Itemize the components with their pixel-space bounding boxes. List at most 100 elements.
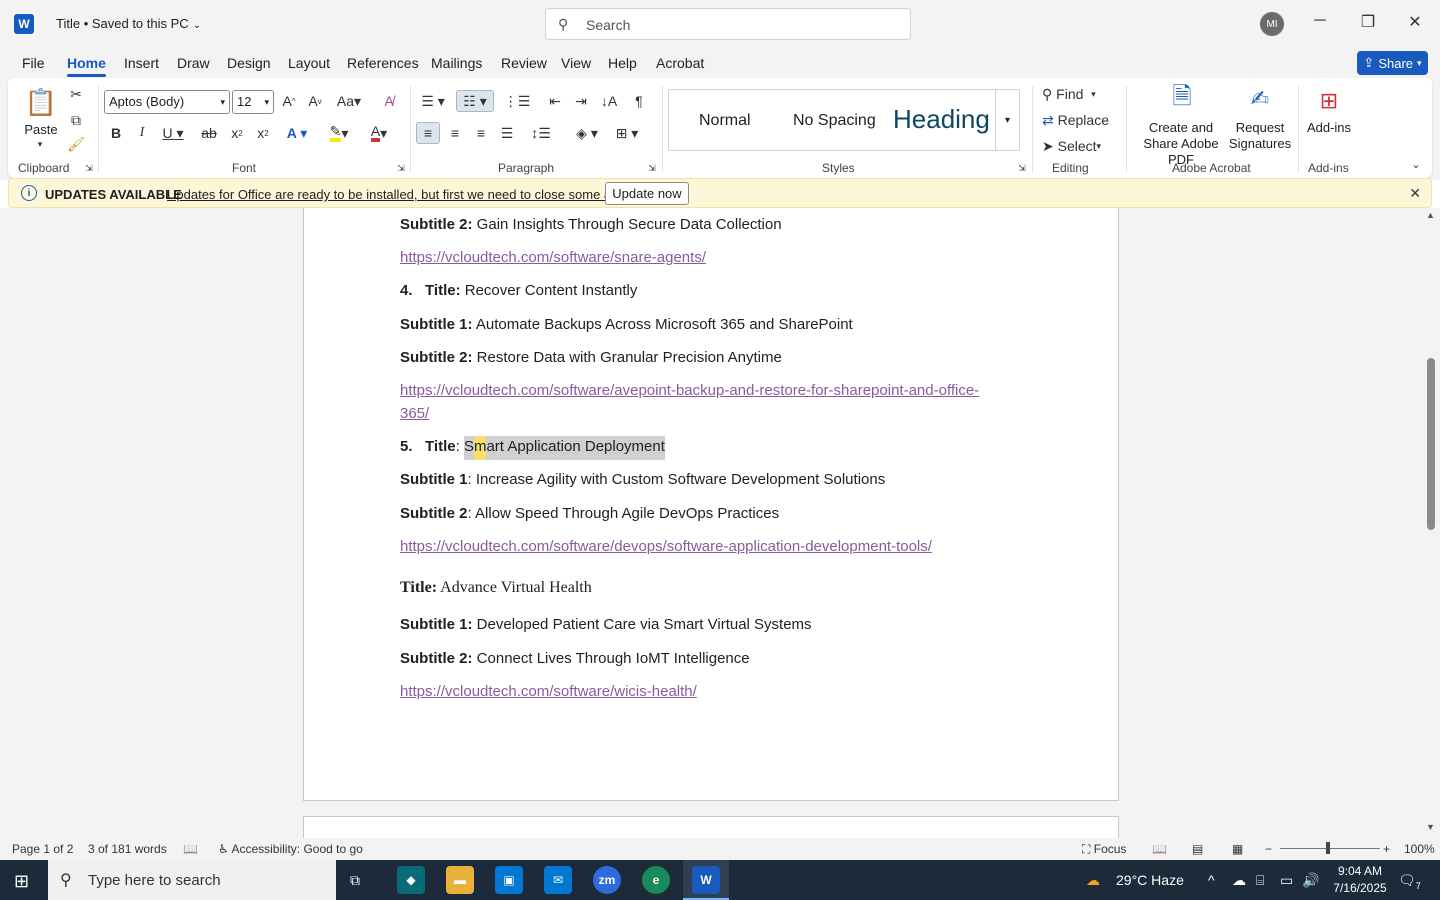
- update-message-link[interactable]: Updates for Office are ready to be insta…: [167, 187, 636, 202]
- word-count[interactable]: 3 of 181 words: [88, 842, 167, 856]
- tab-file[interactable]: File: [22, 55, 45, 71]
- select-button[interactable]: ➤ Select ▾: [1042, 136, 1112, 156]
- mail-icon[interactable]: ✉: [544, 866, 572, 894]
- paragraph[interactable]: Subtitle 1: Increase Agility with Custom…: [400, 471, 885, 488]
- request-signatures-label[interactable]: Request Signatures: [1228, 120, 1292, 152]
- file-explorer-icon[interactable]: ▬: [446, 866, 474, 894]
- display-icon[interactable]: ▭: [1280, 872, 1293, 889]
- hyperlink[interactable]: https://vcloudtech.com/software/devops/s…: [400, 538, 932, 555]
- paragraph[interactable]: https://vcloudtech.com/software/snare-ag…: [400, 249, 706, 266]
- paragraph[interactable]: Title: Advance Virtual Health: [400, 579, 592, 597]
- zoom-slider-thumb[interactable]: [1326, 842, 1330, 854]
- paste-icon[interactable]: 📋: [24, 84, 58, 120]
- pdf-icon[interactable]: 🗎: [1168, 83, 1196, 114]
- tab-home[interactable]: Home: [67, 55, 106, 77]
- sort-icon[interactable]: ↓A: [598, 90, 620, 112]
- shrink-font-icon[interactable]: Av: [304, 90, 326, 112]
- task-view-icon[interactable]: ⧉: [350, 872, 360, 889]
- close-icon[interactable]: ✕: [1409, 185, 1421, 202]
- zoom-app-icon[interactable]: zm: [593, 866, 621, 894]
- italic-icon[interactable]: I: [132, 122, 152, 144]
- update-now-button[interactable]: Update now: [605, 182, 689, 205]
- restore-icon[interactable]: ❐: [1356, 12, 1380, 32]
- add-ins-icon[interactable]: ⊞: [1314, 86, 1344, 116]
- proofing-icon[interactable]: 📖: [183, 842, 198, 856]
- styles-more-icon[interactable]: ▾: [995, 90, 1019, 150]
- numbering-icon[interactable]: ☷ ▾: [456, 90, 494, 112]
- taskbar-search[interactable]: ⚲ Type here to search: [48, 860, 336, 900]
- paste-label[interactable]: Paste: [22, 122, 60, 138]
- style-normal[interactable]: Normal: [699, 112, 751, 130]
- show-formatting-icon[interactable]: ¶: [628, 90, 650, 112]
- font-color-icon[interactable]: A ▾: [362, 122, 396, 144]
- line-spacing-icon[interactable]: ↕☰: [524, 122, 558, 144]
- font-family-select[interactable]: Aptos (Body) ▾: [104, 90, 230, 114]
- font-size-select[interactable]: 12 ▾: [232, 90, 274, 114]
- word-taskbar-icon[interactable]: W: [692, 866, 720, 894]
- paragraph[interactable]: 365/: [400, 405, 429, 422]
- focus-button[interactable]: ⛶ Focus: [1082, 842, 1126, 857]
- scroll-up-icon[interactable]: ▲: [1426, 210, 1435, 220]
- tab-help[interactable]: Help: [608, 55, 637, 71]
- app-icon-1[interactable]: ◆: [397, 866, 425, 894]
- paragraph[interactable]: 5. Title: Smart Application Deployment: [400, 436, 665, 460]
- strikethrough-icon[interactable]: ab: [198, 122, 220, 144]
- edge-browser-icon[interactable]: e: [642, 866, 670, 894]
- shading-icon[interactable]: ◈ ▾: [570, 122, 604, 144]
- bold-icon[interactable]: B: [106, 122, 126, 144]
- replace-button[interactable]: ⇄ Replace: [1042, 110, 1122, 130]
- hyperlink[interactable]: https://vcloudtech.com/software/snare-ag…: [400, 249, 706, 266]
- zoom-out-icon[interactable]: −: [1265, 842, 1272, 856]
- superscript-icon[interactable]: x2: [252, 122, 274, 144]
- hyperlink[interactable]: 365/: [400, 405, 429, 422]
- ribbon-collapse-icon[interactable]: ⌄: [1408, 156, 1424, 172]
- justify-icon[interactable]: ☰: [496, 122, 518, 144]
- document-title[interactable]: Title • Saved to this PC ⌄: [56, 16, 201, 31]
- cloud-icon[interactable]: ☁: [1232, 872, 1246, 889]
- avatar[interactable]: MI: [1260, 12, 1284, 36]
- vertical-scrollbar[interactable]: ▲ ▼: [1424, 208, 1440, 838]
- clock[interactable]: 9:04 AM 7/16/2025: [1330, 863, 1390, 897]
- add-ins-label[interactable]: Add-ins: [1304, 120, 1354, 136]
- search-box[interactable]: ⚲ Search: [545, 8, 911, 40]
- find-button[interactable]: ⚲ Find ▾: [1042, 84, 1112, 104]
- scrollbar-thumb[interactable]: [1427, 358, 1435, 530]
- paragraph[interactable]: Subtitle 1: Automate Backups Across Micr…: [400, 316, 853, 333]
- signature-icon[interactable]: ✍: [1246, 84, 1274, 114]
- clipboard-launcher-icon[interactable]: ⇲: [83, 162, 95, 174]
- grow-font-icon[interactable]: A ^: [278, 90, 300, 112]
- network-icon[interactable]: ⌸: [1256, 872, 1264, 889]
- tab-acrobat[interactable]: Acrobat: [656, 55, 704, 71]
- style-no-spacing[interactable]: No Spacing: [793, 112, 876, 130]
- zoom-level[interactable]: 100%: [1404, 842, 1435, 856]
- decrease-indent-icon[interactable]: ⇤: [544, 90, 566, 112]
- paragraph[interactable]: 4. Title: Recover Content Instantly: [400, 282, 637, 299]
- cut-icon[interactable]: ✂: [66, 84, 86, 104]
- share-button[interactable]: ⇪ Share ▾: [1357, 51, 1428, 75]
- copy-icon[interactable]: ⧉: [66, 110, 86, 130]
- weather-text[interactable]: 29°C Haze: [1116, 872, 1184, 888]
- tab-review[interactable]: Review: [501, 55, 547, 71]
- clear-formatting-icon[interactable]: A̸: [378, 90, 400, 112]
- web-layout-icon[interactable]: ▦: [1232, 842, 1243, 856]
- align-left-icon[interactable]: ≡: [416, 122, 440, 144]
- close-icon[interactable]: ✕: [1403, 12, 1427, 32]
- zoom-slider[interactable]: [1280, 848, 1380, 849]
- paragraph[interactable]: https://vcloudtech.com/software/devops/s…: [400, 538, 932, 555]
- minimize-icon[interactable]: ─: [1308, 12, 1332, 30]
- tab-references[interactable]: References: [347, 55, 419, 71]
- selected-text[interactable]: Smart Application Deployment: [463, 436, 665, 460]
- paragraph[interactable]: Subtitle 1: Developed Patient Care via S…: [400, 616, 812, 633]
- windows-start-icon[interactable]: ⊞: [14, 871, 29, 892]
- tab-mailings[interactable]: Mailings: [431, 55, 482, 71]
- style-heading[interactable]: Heading: [893, 104, 990, 135]
- weather-icon[interactable]: ☁: [1086, 872, 1100, 889]
- page-count[interactable]: Page 1 of 2: [12, 842, 73, 856]
- multilevel-list-icon[interactable]: ⋮☰: [500, 90, 534, 112]
- tab-draw[interactable]: Draw: [177, 55, 210, 71]
- store-icon[interactable]: ▣: [495, 866, 523, 894]
- volume-icon[interactable]: 🔊: [1302, 872, 1319, 889]
- font-launcher-icon[interactable]: ⇲: [395, 162, 407, 174]
- zoom-in-icon[interactable]: +: [1383, 842, 1390, 856]
- increase-indent-icon[interactable]: ⇥: [570, 90, 592, 112]
